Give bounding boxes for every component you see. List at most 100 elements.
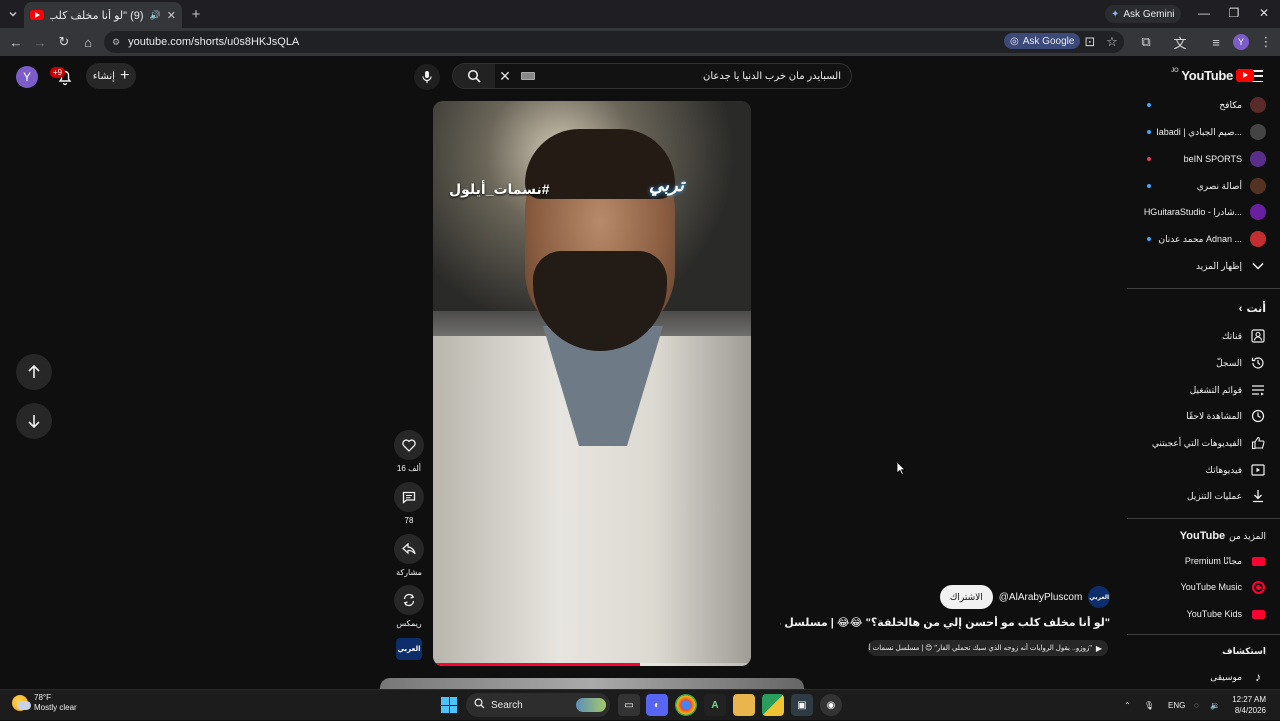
new-content-dot <box>1147 103 1151 107</box>
mouse-cursor-icon <box>896 461 906 480</box>
microphone-tray-icon[interactable]: 🎙 <box>1144 690 1154 721</box>
sidebar-divider <box>1127 288 1280 289</box>
comment-icon <box>402 491 416 504</box>
sidebar-item-music[interactable]: موسيقى ♪ <box>1210 667 1266 687</box>
minimize-button[interactable]: — <box>1189 4 1219 22</box>
subscription-item[interactable]: Iabadi | صيم الجبادي... <box>1156 122 1266 142</box>
network-icon[interactable]: ◌ <box>1194 690 1199 721</box>
install-app-icon[interactable]: ⊡ <box>1082 34 1098 50</box>
ask-gemini-button[interactable]: ✦ Ask Gemini <box>1105 5 1181 23</box>
forward-icon[interactable]: → <box>32 34 48 50</box>
tab-search-icon[interactable] <box>6 7 20 21</box>
sound-channel-thumbnail[interactable]: العربي <box>396 638 422 660</box>
media-controls-icon[interactable]: ≡ <box>1208 34 1224 50</box>
taskbar-search[interactable]: Search <box>466 693 610 717</box>
tab-audio-icon[interactable]: 🔊 <box>150 10 161 21</box>
next-short-button[interactable] <box>16 403 52 439</box>
keyboard-icon[interactable] <box>521 72 535 80</box>
discord-icon[interactable]: ◐ <box>646 694 668 716</box>
sidebar-item-label: الفيديوهات التي أعجبتني <box>1151 437 1242 448</box>
remix-button[interactable] <box>394 585 424 615</box>
obs-icon[interactable]: ◉ <box>820 694 842 716</box>
task-view-icon[interactable]: ▭ <box>618 694 640 716</box>
sidebar-item-playlists[interactable]: قوائم التشغيل <box>1190 380 1266 400</box>
short-video-player[interactable]: #نسمات_أيلول تربي <box>433 101 751 666</box>
yt-kids-icon <box>1250 606 1266 622</box>
tab-close-icon[interactable]: ✕ <box>167 9 176 22</box>
you-section-heading[interactable]: أنت ‹ <box>1239 302 1266 316</box>
sidebar-item-premium[interactable]: Premium مجانًا <box>1185 551 1266 571</box>
voice-search-button[interactable] <box>414 64 440 90</box>
next-short-preview <box>380 678 804 689</box>
nvidia-icon[interactable]: A <box>704 694 726 716</box>
channel-avatar[interactable]: العربي <box>1088 586 1110 608</box>
subscription-item[interactable]: أصالة نصري <box>1197 176 1266 196</box>
sidebar-item-liked-videos[interactable]: الفيديوهات التي أعجبتني <box>1152 433 1266 453</box>
reload-icon[interactable]: ↻ <box>56 34 72 50</box>
game-launcher-icon[interactable] <box>762 694 784 716</box>
subscribe-button[interactable]: الاشتراك <box>940 585 993 609</box>
subscription-item[interactable]: مكافح <box>1219 95 1266 115</box>
tab-youtube-short[interactable]: (9) "لو أنا مخلف كلب مو أحسن" 🔊 ✕ <box>24 2 182 28</box>
youtube-play-icon <box>1235 69 1254 82</box>
terminal-icon[interactable]: ▣ <box>791 694 813 716</box>
home-icon[interactable]: ⌂ <box>80 34 96 50</box>
short-sound-pill[interactable]: ▶ "زوزو.. يقول الروايات أنه زوجه الذي سب… <box>868 640 1108 656</box>
search-highlight-icon <box>576 698 606 712</box>
youtube-logo-text: YouTube <box>1181 68 1233 83</box>
translate-icon[interactable]: 文 <box>1172 34 1188 51</box>
browser-menu-icon[interactable]: ⋮ <box>1258 34 1274 50</box>
file-explorer-icon[interactable] <box>733 694 755 716</box>
bookmark-star-icon[interactable]: ☆ <box>1104 34 1120 50</box>
ask-google-button[interactable]: ◎ Ask Google <box>1004 33 1081 49</box>
search-icon <box>467 69 481 83</box>
weather-widget[interactable]: 78°F Mostly clear <box>12 693 77 713</box>
channel-handle[interactable]: @AlArabyPluscom <box>999 592 1083 603</box>
language-indicator[interactable]: ENG <box>1168 690 1185 721</box>
download-icon <box>1250 488 1266 504</box>
site-info-icon[interactable]: ⚙ <box>112 37 120 48</box>
search-button[interactable] <box>453 64 495 88</box>
new-tab-button[interactable]: + <box>188 6 204 23</box>
share-button[interactable] <box>394 534 424 564</box>
youtube-shorts-page: Y +9 إنشاء + ✕ السبايدر مان خرب الدنيا ي… <box>0 56 1280 689</box>
sidebar-item-your-videos[interactable]: فيديوهاتك <box>1206 460 1266 480</box>
clear-search-icon[interactable]: ✕ <box>495 68 515 85</box>
sidebar-item-youtube-music[interactable]: YouTube Music <box>1181 577 1266 597</box>
subscription-item[interactable]: محمد عدنان Adnan ... <box>1158 229 1266 249</box>
browser-profile-avatar[interactable]: Y <box>1233 34 1249 50</box>
subscription-avatar <box>1250 97 1266 113</box>
address-bar[interactable]: ⚙ youtube.com/shorts/u0s8HKJsQLA <box>104 31 1124 53</box>
microphone-icon <box>422 71 432 83</box>
comments-button[interactable] <box>394 482 424 512</box>
taskbar-clock[interactable]: 12:27 AM 8/4/2026 <box>1226 694 1266 716</box>
sidebar-item-downloads[interactable]: عمليات التنزيل <box>1187 486 1266 506</box>
subscription-item[interactable]: HGuitaraStudio - شادرا... <box>1144 202 1266 222</box>
create-button[interactable]: إنشاء + <box>86 63 136 89</box>
sidebar-divider <box>1127 634 1280 635</box>
sidebar-item-history[interactable]: السجلّ <box>1216 353 1266 373</box>
extensions-icon[interactable]: ⧉ <box>1138 34 1154 50</box>
volume-icon[interactable]: 🔉 <box>1210 690 1220 721</box>
sidebar-item-your-channel[interactable]: قناتك <box>1222 326 1266 346</box>
user-icon <box>1250 328 1266 344</box>
sidebar-item-watch-later[interactable]: المشاهدة لاحقًا <box>1186 406 1266 426</box>
previous-short-button[interactable] <box>16 354 52 390</box>
like-button[interactable] <box>394 430 424 460</box>
short-title[interactable]: "لو أنا مخلف كلب مو أحسن إلي من هالخلفة؟… <box>780 616 1110 629</box>
sidebar-item-youtube-kids[interactable]: YouTube Kids <box>1187 604 1266 624</box>
show-more-subscriptions[interactable]: إظهار المزيد <box>1196 256 1266 276</box>
window-close-button[interactable]: ✕ <box>1249 4 1279 22</box>
back-icon[interactable]: ← <box>8 34 24 50</box>
clock-date: 8/4/2026 <box>1234 706 1266 715</box>
video-progress-bar[interactable] <box>433 663 751 666</box>
tray-overflow-icon[interactable]: ⌃ <box>1124 690 1131 721</box>
account-avatar[interactable]: Y <box>16 66 38 88</box>
windows-start-icon[interactable] <box>441 697 457 713</box>
subscription-item[interactable]: beIN SPORTS <box>1184 149 1266 169</box>
chrome-icon[interactable] <box>675 694 697 716</box>
restore-button[interactable]: ❐ <box>1219 4 1249 22</box>
history-icon <box>1250 355 1266 371</box>
youtube-logo[interactable]: JO YouTube <box>1171 68 1254 83</box>
search-input[interactable]: السبايدر مان خرب الدنيا يا جدعان <box>535 71 851 82</box>
